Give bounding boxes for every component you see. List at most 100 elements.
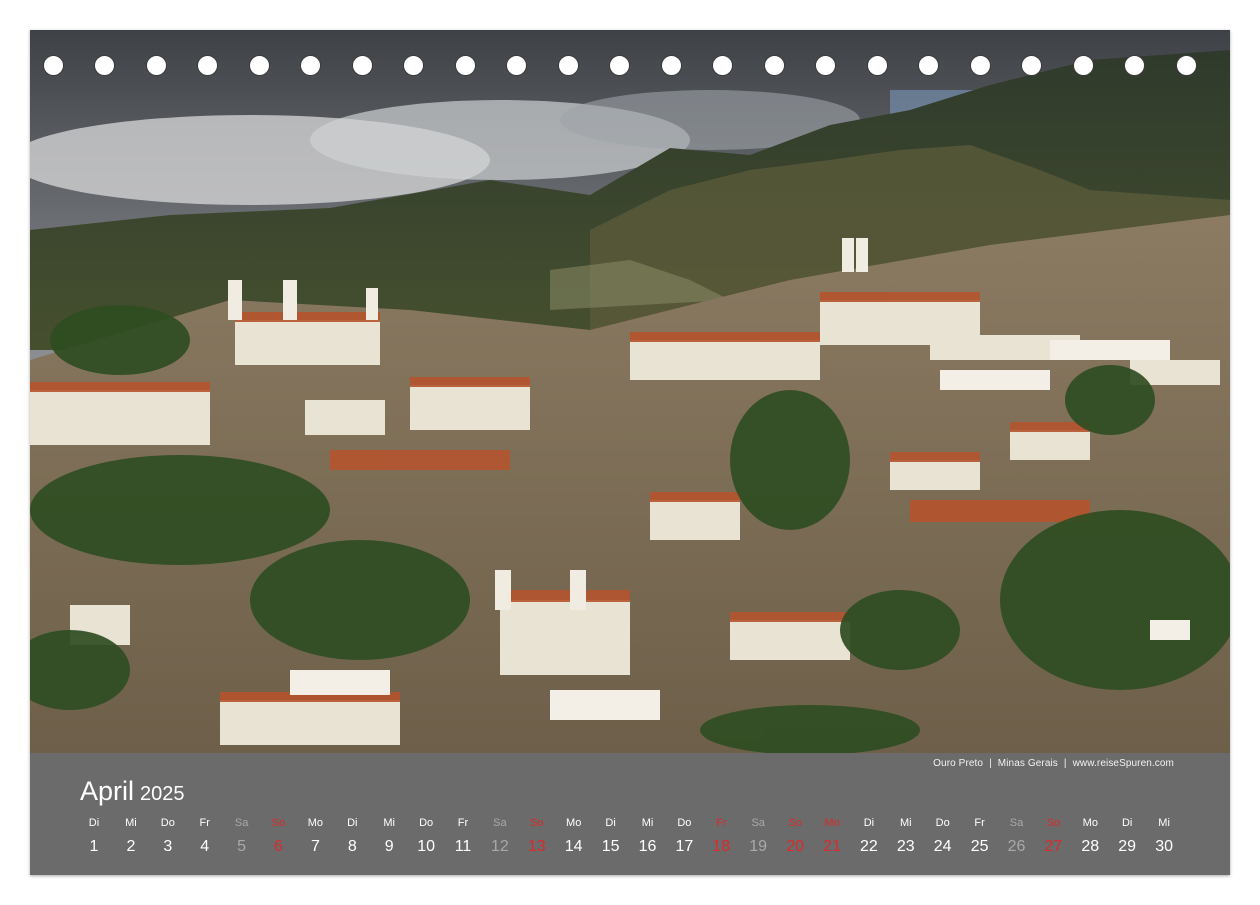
day-number: 13 xyxy=(527,838,546,855)
calendar-day: Fr 4 xyxy=(187,816,223,856)
weekday-label: Mi xyxy=(383,817,395,829)
calendar-day: Sa 26 xyxy=(999,816,1035,856)
calendar-day: Fr 18 xyxy=(703,816,739,856)
calendar-day: Di 29 xyxy=(1109,816,1145,856)
calendar-day: Sa 5 xyxy=(224,816,260,856)
day-number: 16 xyxy=(638,838,657,855)
day-number: 11 xyxy=(454,838,472,855)
calendar-day: Mi 23 xyxy=(888,816,924,856)
weekday-label: Mi xyxy=(899,817,912,829)
day-number: 19 xyxy=(749,838,768,855)
weekday-label: Fr xyxy=(199,817,210,829)
calendar-day: Do 17 xyxy=(666,816,702,856)
calendar-day: Do 10 xyxy=(408,816,444,856)
day-number: 26 xyxy=(1007,838,1026,855)
calendar-day: Mo 21 xyxy=(814,816,850,856)
day-number: 15 xyxy=(601,838,620,855)
weekday-label: Di xyxy=(1121,817,1133,829)
calendar-day: Mi 9 xyxy=(371,816,407,856)
calendar-page: Ouro Preto | Minas Gerais | www.reiseSpuren.… xyxy=(30,30,1230,875)
calendar-day: Mi 2 xyxy=(113,816,149,856)
photo-caption: Ouro Preto | Minas Gerais | www.reiseSpuren.… xyxy=(933,758,1174,769)
calendar-day: Mo 28 xyxy=(1072,816,1108,856)
day-number: 29 xyxy=(1118,838,1137,855)
day-number: 17 xyxy=(675,838,694,855)
day-number: 23 xyxy=(896,838,915,855)
calendar-day: Fr 25 xyxy=(962,816,998,856)
weekday-label: Sa xyxy=(493,817,507,829)
calendar-day: Mo 14 xyxy=(556,816,592,856)
day-number: 5 xyxy=(237,838,247,855)
day-number: 22 xyxy=(859,838,878,855)
weekday-label: Do xyxy=(419,817,434,829)
calendar-day: Di 8 xyxy=(334,816,370,856)
weekday-label: Mi xyxy=(125,817,137,829)
weekday-label: Mi xyxy=(1158,817,1170,829)
day-number: 12 xyxy=(490,838,509,855)
weekday-label: Fr xyxy=(974,817,985,829)
weekday-label: So xyxy=(530,817,544,829)
townscape-photo xyxy=(30,30,1230,753)
calendar-day: Sa 12 xyxy=(482,816,518,856)
day-number: 24 xyxy=(933,838,952,855)
weekday-label: Di xyxy=(863,817,875,829)
day-number: 7 xyxy=(310,838,320,855)
weekday-label: Mi xyxy=(641,817,654,829)
calendar-day: Di 22 xyxy=(851,816,887,856)
month-name: April xyxy=(80,776,135,806)
weekday-label: Di xyxy=(605,817,616,829)
day-strip: Di 1 Mi 2 Do 3 Fr 4 Sa 5 So 6 Mo 7 Di 8 Mi 9 Do 10 Fr 11 Sa 12 S… xyxy=(75,816,1205,866)
day-number: 2 xyxy=(126,838,136,855)
calendar-day: Do 24 xyxy=(925,816,961,856)
day-number: 25 xyxy=(970,838,989,855)
weekday-label: Mo xyxy=(1082,817,1098,829)
day-number: 18 xyxy=(712,838,731,855)
day-number: 28 xyxy=(1081,838,1100,855)
day-number: 6 xyxy=(274,838,283,855)
weekday-label: Di xyxy=(88,817,100,829)
day-number: 21 xyxy=(823,838,841,855)
weekday-label: Sa xyxy=(1009,817,1024,829)
calendar-day: So 20 xyxy=(777,816,813,856)
calendar-day: Fr 11 xyxy=(445,816,481,856)
day-number: 9 xyxy=(384,838,394,855)
day-number: 1 xyxy=(89,838,99,855)
calendar-day: Di 1 xyxy=(76,816,112,856)
calendar-day: Do 3 xyxy=(150,816,186,856)
caption-separator: | xyxy=(989,758,992,769)
month-year: 2025 xyxy=(140,783,185,805)
caption-place: Ouro Preto xyxy=(933,758,984,769)
caption-region: Minas Gerais xyxy=(997,758,1058,769)
calendar-day: So 6 xyxy=(261,816,297,856)
weekday-label: Fr xyxy=(457,817,469,829)
weekday-label: Fr xyxy=(716,817,727,829)
day-number: 4 xyxy=(200,838,210,855)
weekday-label: Di xyxy=(347,817,358,829)
weekday-label: So xyxy=(788,817,802,829)
weekday-label: So xyxy=(271,817,286,829)
day-number: 3 xyxy=(163,838,173,855)
calendar-day: Mi 16 xyxy=(630,816,666,856)
calendar-day: So 27 xyxy=(1035,816,1071,856)
month-heading: April 2025 xyxy=(80,776,185,807)
weekday-label: So xyxy=(1046,817,1061,829)
calendar-day: So 13 xyxy=(519,816,555,856)
day-number: 14 xyxy=(564,838,583,855)
weekday-label: Sa xyxy=(234,817,249,829)
day-number: 27 xyxy=(1044,838,1063,855)
day-number: 20 xyxy=(786,838,804,855)
calendar-day: Sa 19 xyxy=(740,816,776,856)
caption-separator: | xyxy=(1063,758,1067,769)
day-number: 10 xyxy=(417,838,435,855)
calendar-day: Mi 30 xyxy=(1146,816,1182,856)
weekday-label: Mo xyxy=(307,817,324,829)
weekday-label: Mo xyxy=(824,817,840,829)
day-number: 8 xyxy=(347,838,357,855)
caption-website: www.reiseSpuren.com xyxy=(1072,758,1174,769)
weekday-label: Do xyxy=(160,817,175,829)
weekday-label: Do xyxy=(935,817,950,829)
weekday-label: Mo xyxy=(566,817,582,829)
weekday-label: Sa xyxy=(751,817,765,829)
calendar-day: Di 15 xyxy=(593,816,629,856)
day-number: 30 xyxy=(1155,838,1173,855)
